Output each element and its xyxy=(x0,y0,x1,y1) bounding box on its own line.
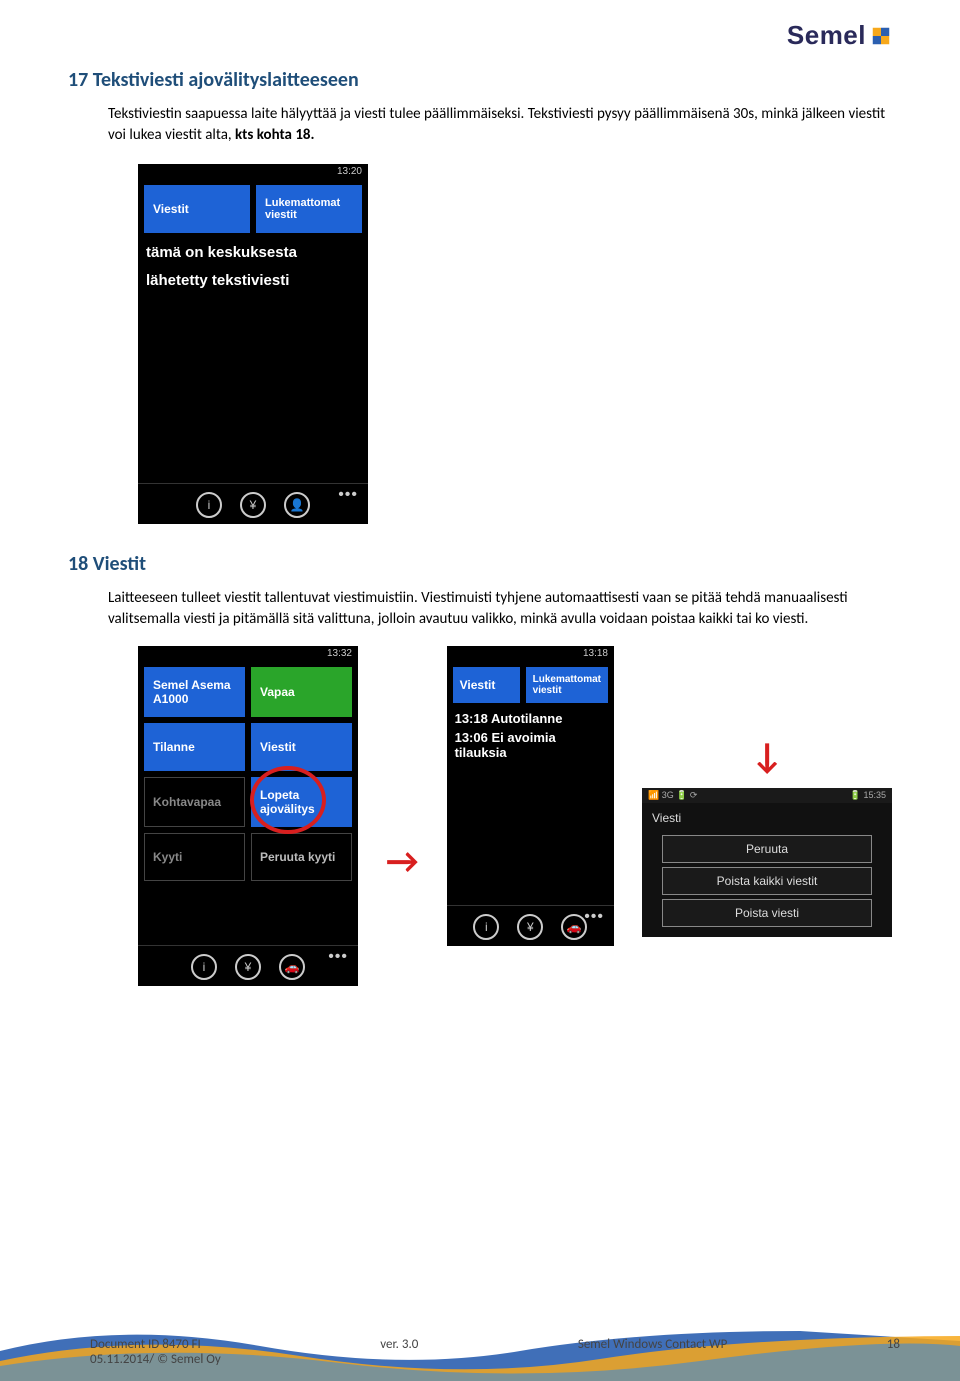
screenshot-4: 📶 3G 🔋 ⟳ 🔋 15:35 Viesti Peruuta Poista k… xyxy=(642,788,892,937)
arrow-down-icon: ↓ xyxy=(751,734,784,778)
section-18-title: 18 Viestit xyxy=(68,552,892,576)
tile-viestit[interactable]: Viestit xyxy=(251,723,352,771)
status-time: 13:32 xyxy=(138,646,358,661)
tile-asema[interactable]: Semel Asema A1000 xyxy=(144,667,245,717)
footer-page: 18 xyxy=(887,1337,900,1352)
tab-lukemattomat[interactable]: Lukemattomat viestit xyxy=(256,185,362,233)
tile-peruuta[interactable]: Peruuta kyyti xyxy=(251,833,352,881)
appbar-currency-icon[interactable]: ¥ xyxy=(517,914,543,940)
footer-product: Semel Windows Contact WP xyxy=(578,1337,727,1352)
message-item[interactable]: 13:06 Ei avoimia tilauksia xyxy=(453,728,608,762)
btn-peruuta[interactable]: Peruuta xyxy=(662,835,872,863)
footer-version: ver. 3.0 xyxy=(380,1337,418,1352)
app-bar: i ¥ 🚗 ••• xyxy=(138,945,358,986)
screenshot-2: 13:32 Semel Asema A1000 Vapaa Tilanne Vi… xyxy=(138,646,358,986)
tile-kohtavapaa[interactable]: Kohtavapaa xyxy=(144,777,245,827)
btn-poista-viesti[interactable]: Poista viesti xyxy=(662,899,872,927)
message-line1: tämä on keskuksesta xyxy=(144,239,362,267)
section-17-body: Tekstiviestin saapuessa laite hälyyttää … xyxy=(108,104,892,146)
screenshot-3: 13:18 Viestit Lukemattomat viestit 13:18… xyxy=(447,646,614,946)
logo-text: Semel xyxy=(787,20,866,51)
arrow-right-icon: → xyxy=(386,839,419,883)
tile-tilanne[interactable]: Tilanne xyxy=(144,723,245,771)
appbar-car-icon[interactable]: 🚗 xyxy=(279,954,305,980)
tab-lukemattomat[interactable]: Lukemattomat viestit xyxy=(526,667,608,703)
section-17-body-text: Tekstiviestin saapuessa laite hälyyttää … xyxy=(108,105,885,144)
appbar-info-icon[interactable]: i xyxy=(473,914,499,940)
section-17-title: 17 Tekstiviesti ajovälityslaitteeseen xyxy=(68,68,892,92)
tab-viestit[interactable]: Viestit xyxy=(453,667,520,703)
message-line2: lähetetty tekstiviesti xyxy=(144,267,362,295)
tile-vapaa[interactable]: Vapaa xyxy=(251,667,352,717)
appbar-currency-icon[interactable]: ¥ xyxy=(235,954,261,980)
appbar-info-icon[interactable]: i xyxy=(196,492,222,518)
appbar-more-icon[interactable]: ••• xyxy=(338,486,358,504)
status-time: 13:20 xyxy=(138,164,368,179)
screenshot-1: 13:20 Viestit Lukemattomat viestit tämä … xyxy=(138,164,368,524)
tile-kyyti[interactable]: Kyyti xyxy=(144,833,245,881)
app-bar: i ¥ 🚗 ••• xyxy=(447,905,614,946)
appbar-currency-icon[interactable]: ¥ xyxy=(240,492,266,518)
footer-doc-id: Document ID 8470 FI xyxy=(90,1337,221,1352)
tile-lopeta[interactable]: Lopeta ajovälitys xyxy=(251,777,352,827)
appbar-info-icon[interactable]: i xyxy=(191,954,217,980)
status-time: 13:18 xyxy=(447,646,614,661)
page-footer: Document ID 8470 FI 05.11.2014/ © Semel … xyxy=(0,1311,960,1381)
context-title: Viesti xyxy=(642,803,892,831)
status-right: 🔋 15:35 xyxy=(850,790,886,801)
message-item[interactable]: 13:18 Autotilanne xyxy=(453,709,608,728)
logo-icon xyxy=(870,25,892,47)
app-bar: i ¥ 👤 ••• xyxy=(138,483,368,524)
section-17-body-bold: kts kohta 18. xyxy=(235,126,315,144)
section-18-body: Laitteeseen tulleet viestit tallentuvat … xyxy=(108,588,892,630)
appbar-user-icon[interactable]: 👤 xyxy=(284,492,310,518)
company-logo: Semel xyxy=(787,20,892,51)
footer-date: 05.11.2014/ © Semel Oy xyxy=(90,1352,221,1367)
tab-viestit[interactable]: Viestit xyxy=(144,185,250,233)
appbar-more-icon[interactable]: ••• xyxy=(328,948,348,966)
btn-poista-kaikki[interactable]: Poista kaikki viestit xyxy=(662,867,872,895)
status-left: 📶 3G 🔋 ⟳ xyxy=(648,790,697,801)
appbar-more-icon[interactable]: ••• xyxy=(584,908,604,926)
